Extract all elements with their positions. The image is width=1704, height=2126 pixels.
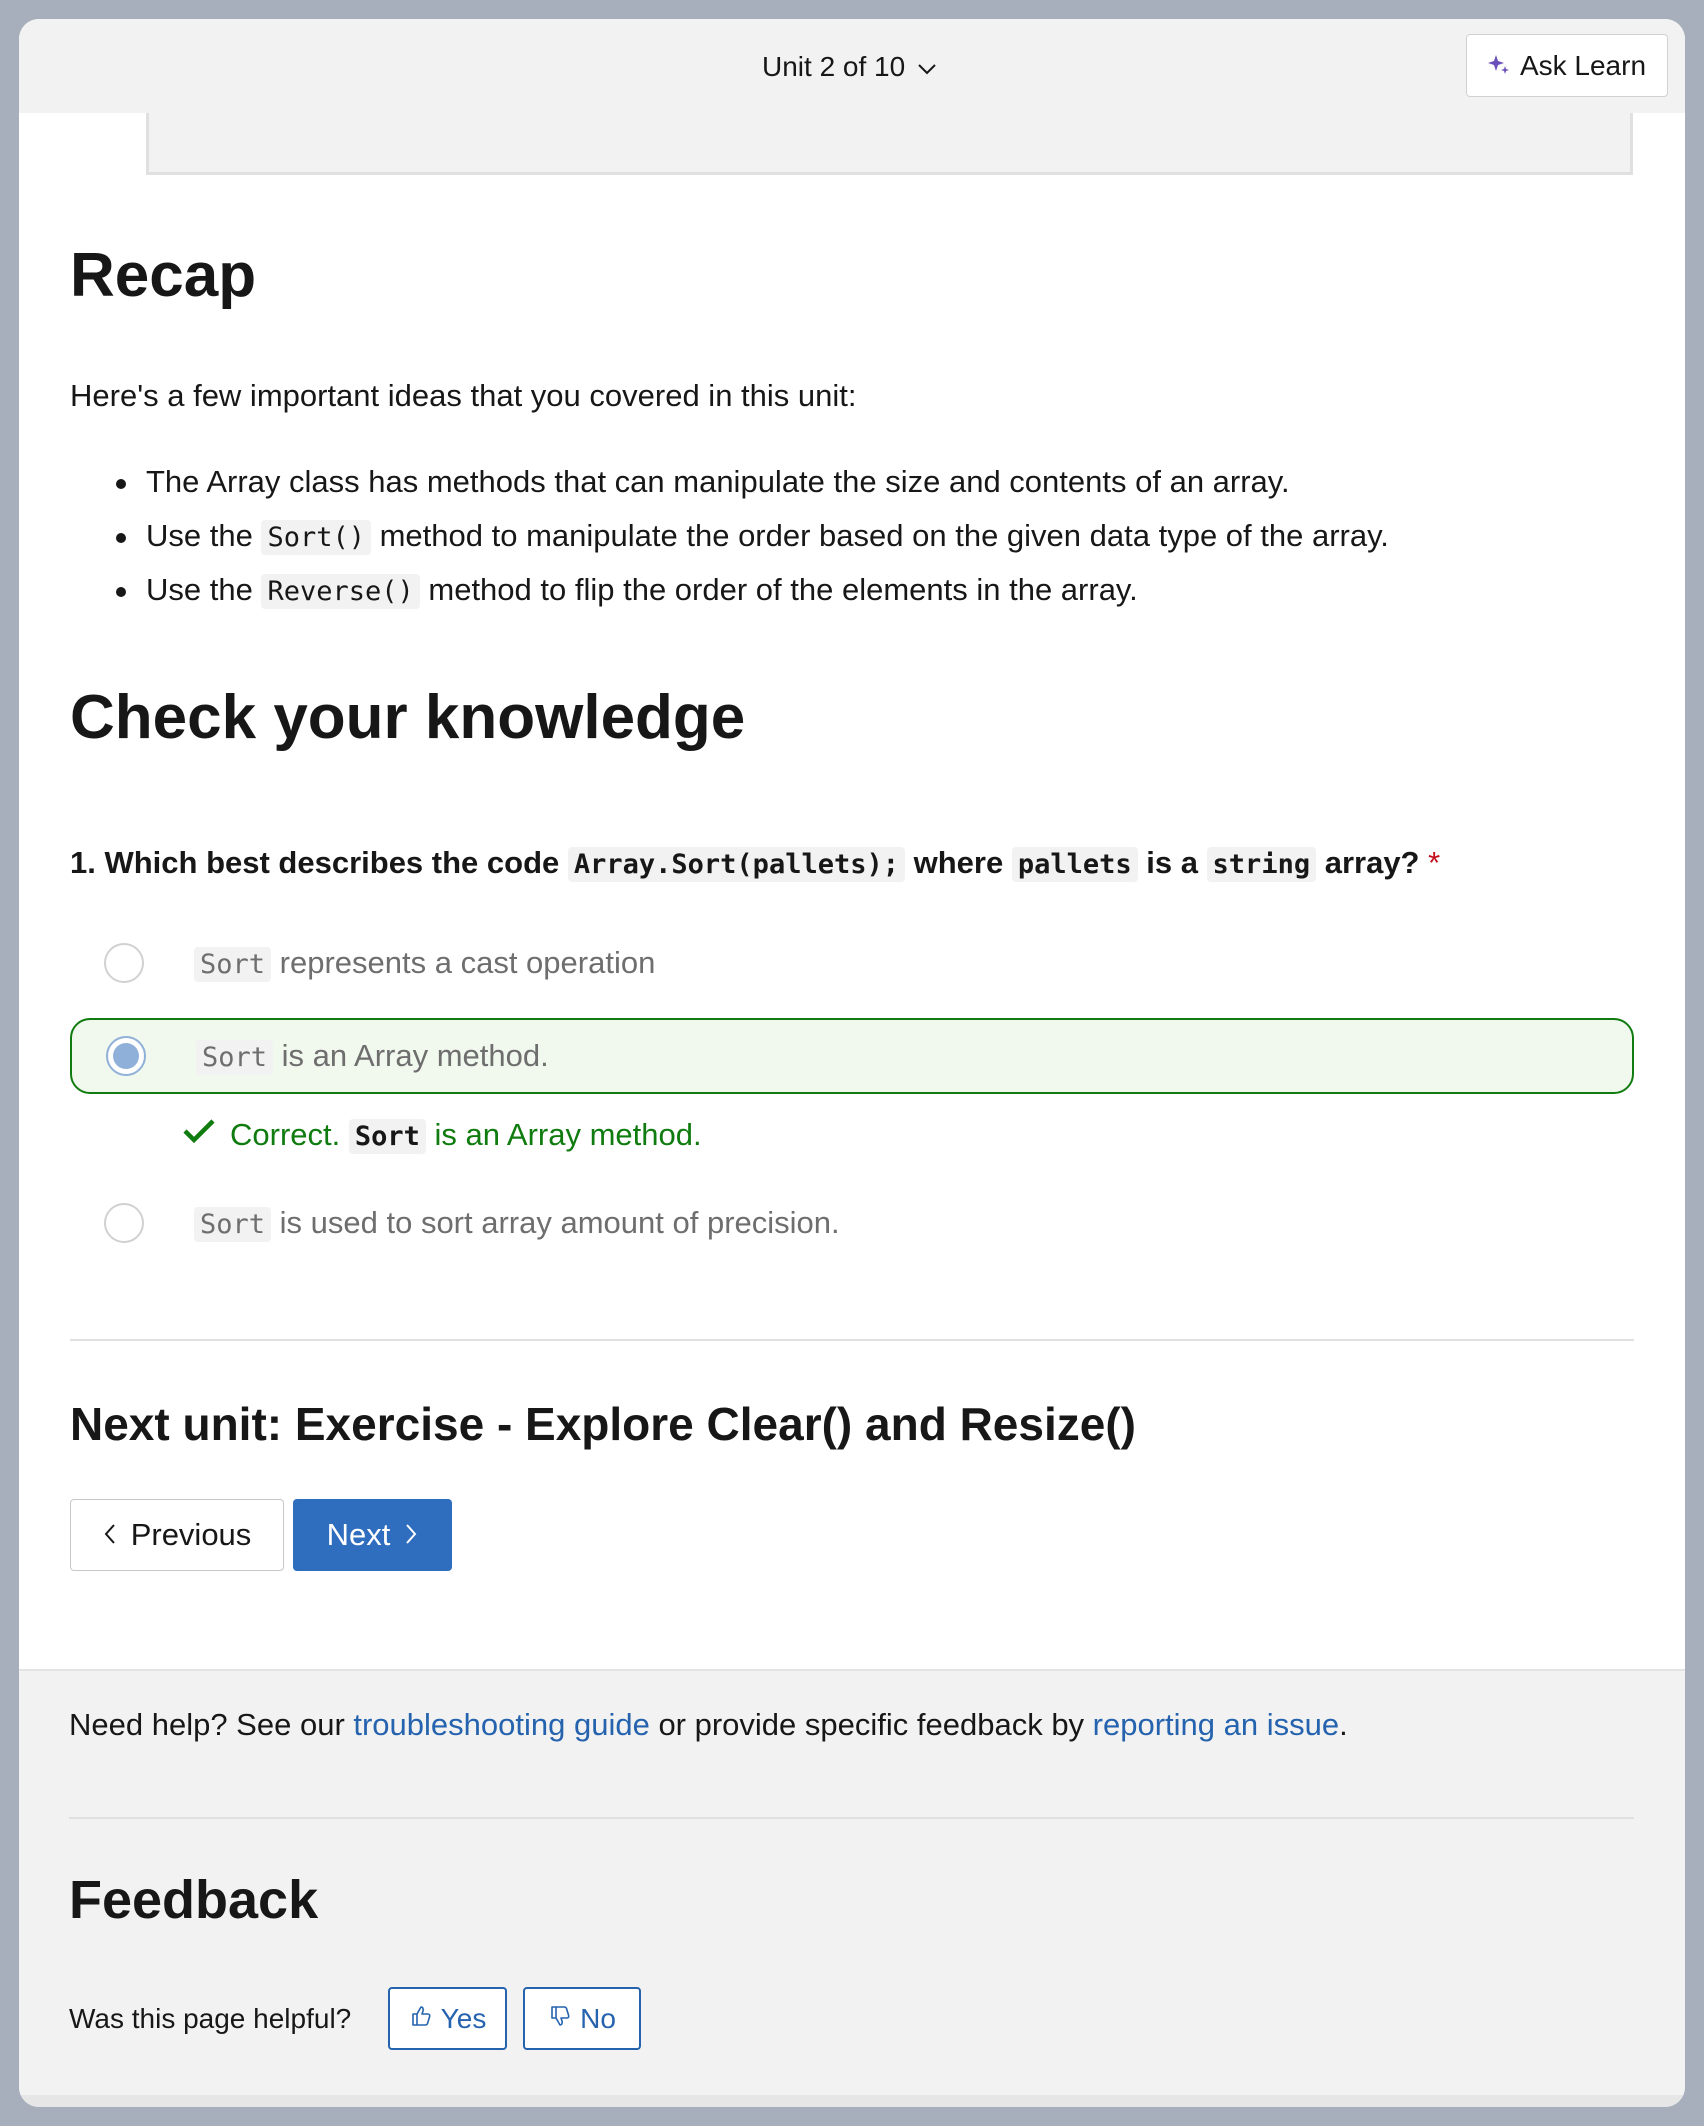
report-issue-link[interactable]: reporting an issue: [1093, 1707, 1339, 1742]
question-text: 1. Which best describes the code Array.S…: [70, 845, 1441, 882]
thumbs-down-icon: [548, 2003, 572, 2035]
chevron-down-icon: [917, 51, 937, 83]
answer-option-3[interactable]: Sort is used to sort array amount of pre…: [70, 1185, 1634, 1261]
help-text: Need help? See our troubleshooting guide…: [69, 1707, 1348, 1742]
recap-intro: Here's a few important ideas that you co…: [70, 378, 857, 413]
next-button[interactable]: Next: [293, 1499, 452, 1571]
unit-selector-label: Unit 2 of 10: [762, 51, 906, 82]
no-label: No: [580, 2002, 616, 2034]
bottom-strip: [19, 2095, 1685, 2107]
sparkle-icon: [1487, 50, 1510, 82]
list-item: The Array class has methods that can man…: [70, 455, 1389, 509]
no-button[interactable]: No: [523, 1987, 641, 2050]
helpful-question: Was this page helpful?: [69, 2002, 352, 2034]
yes-label: Yes: [440, 2002, 487, 2034]
unit-selector-dropdown[interactable]: Unit 2 of 10: [762, 49, 937, 85]
answer-option-label: Sort is used to sort array amount of pre…: [194, 1205, 840, 1242]
inline-code: Array.Sort(pallets);: [567, 847, 905, 882]
knowledge-heading: Check your knowledge: [70, 683, 746, 752]
answer-option-2[interactable]: Sort is an Array method.: [70, 1018, 1634, 1094]
top-bar: Unit 2 of 10 Ask Learn: [19, 19, 1685, 113]
next-unit-heading: Next unit: Exercise - Explore Clear() an…: [70, 1398, 1136, 1450]
list-item: Use the Sort() method to manipulate the …: [70, 509, 1389, 563]
radio-button[interactable]: [104, 943, 144, 983]
chevron-left-icon: [103, 1517, 117, 1553]
answer-option-label: Sort represents a cast operation: [194, 945, 655, 982]
answer-feedback: Correct. Sort is an Array method.: [182, 1117, 702, 1154]
thumbs-up-icon: [409, 2003, 433, 2035]
section-divider: [70, 1339, 1634, 1341]
inline-code: Sort: [348, 1119, 426, 1154]
chevron-right-icon: [404, 1517, 418, 1553]
code-block: [146, 113, 1633, 175]
ask-learn-button[interactable]: Ask Learn: [1466, 34, 1668, 97]
recap-list: The Array class has methods that can man…: [70, 455, 1389, 617]
previous-button[interactable]: Previous: [70, 1499, 284, 1571]
answer-option-1[interactable]: Sort represents a cast operation: [70, 925, 1634, 1001]
ask-learn-label: Ask Learn: [1519, 49, 1647, 81]
yes-button[interactable]: Yes: [388, 1987, 507, 2050]
answer-option-label: Sort is an Array method.: [196, 1038, 549, 1075]
checkmark-icon: [182, 1117, 216, 1153]
feedback-heading: Feedback: [69, 1870, 319, 1930]
next-label: Next: [326, 1517, 391, 1552]
inline-code: string: [1206, 847, 1317, 882]
previous-label: Previous: [130, 1517, 252, 1552]
inline-code: Reverse(): [261, 574, 420, 609]
browser-window: Unit 2 of 10 Ask Learn Recap Here's a fe…: [19, 19, 1685, 2107]
inline-code: pallets: [1011, 847, 1138, 882]
troubleshooting-link[interactable]: troubleshooting guide: [353, 1707, 649, 1742]
radio-button-selected[interactable]: [106, 1036, 146, 1076]
recap-heading: Recap: [70, 241, 257, 310]
radio-button[interactable]: [104, 1203, 144, 1243]
inline-code: Sort(): [261, 520, 371, 555]
footer-divider: [69, 1817, 1634, 1819]
required-marker: *: [1428, 845, 1441, 880]
list-item: Use the Reverse() method to flip the ord…: [70, 563, 1389, 617]
